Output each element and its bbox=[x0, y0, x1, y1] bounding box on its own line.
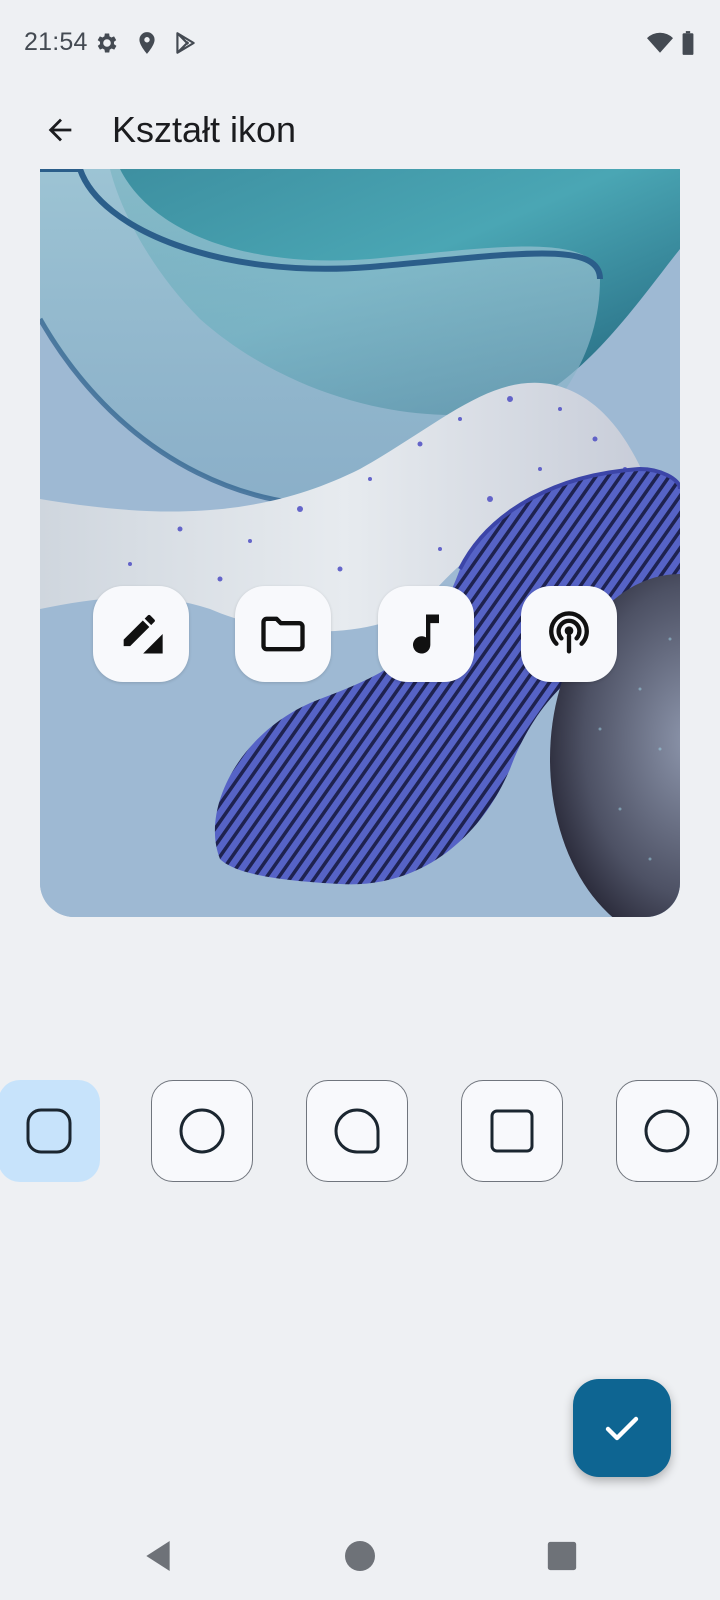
icon-shape-preview bbox=[40, 169, 680, 917]
preview-app-icon bbox=[235, 586, 331, 682]
status-time: 21:54 bbox=[24, 28, 88, 56]
squircle-shape-icon bbox=[26, 1108, 72, 1154]
nav-recents-icon bbox=[547, 1541, 577, 1571]
gear-icon bbox=[94, 30, 120, 56]
wallpaper-image bbox=[40, 169, 680, 917]
rounded-square-shape-icon bbox=[490, 1109, 534, 1153]
battery-icon bbox=[680, 30, 696, 56]
folder-icon bbox=[261, 616, 305, 652]
arrow-back-icon bbox=[48, 118, 72, 142]
shape-option-circle[interactable] bbox=[151, 1080, 253, 1182]
back-button[interactable] bbox=[34, 104, 86, 156]
music-note-icon bbox=[413, 614, 439, 654]
preview-app-icon bbox=[378, 586, 474, 682]
navigation-bar bbox=[0, 1510, 720, 1600]
shape-option-rounded-square[interactable] bbox=[461, 1080, 563, 1182]
play-store-icon bbox=[172, 30, 198, 56]
shape-option-squircle[interactable] bbox=[0, 1080, 100, 1182]
nav-home-button[interactable] bbox=[340, 1536, 380, 1576]
page-title: Kształt ikon bbox=[112, 109, 297, 150]
circle-alt-shape-icon bbox=[644, 1109, 690, 1153]
edit-icon bbox=[123, 614, 163, 654]
nav-back-icon bbox=[146, 1541, 170, 1571]
preview-app-icon bbox=[93, 586, 189, 682]
nav-recents-button[interactable] bbox=[542, 1536, 582, 1576]
check-icon bbox=[605, 1416, 639, 1441]
nav-back-button[interactable] bbox=[138, 1536, 178, 1576]
apply-fab-button[interactable] bbox=[573, 1379, 671, 1477]
shape-option-teardrop[interactable] bbox=[306, 1080, 408, 1182]
app-bar: Kształt ikon bbox=[0, 88, 720, 166]
circle-shape-icon bbox=[179, 1108, 225, 1154]
location-icon bbox=[134, 30, 160, 56]
nav-home-icon bbox=[345, 1541, 375, 1571]
wifi-icon bbox=[646, 30, 674, 56]
status-bar: 21:54 bbox=[0, 0, 720, 88]
preview-app-icon bbox=[521, 586, 617, 682]
teardrop-shape-icon bbox=[334, 1108, 380, 1154]
shape-option-circle-alt[interactable] bbox=[616, 1080, 718, 1182]
podcast-icon bbox=[549, 611, 589, 654]
